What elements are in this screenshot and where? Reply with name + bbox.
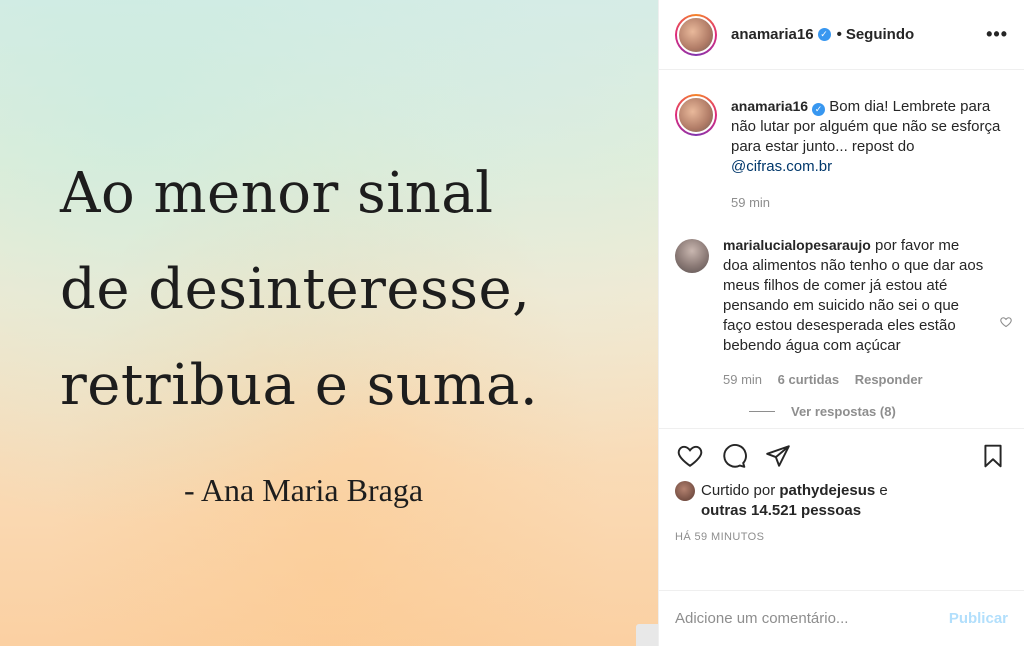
liker-username[interactable]: pathydejesus: [779, 482, 875, 499]
verified-badge-icon: ✓: [817, 28, 831, 41]
caption-username[interactable]: anamaria16: [731, 98, 808, 114]
image-corner-thumbnail: [636, 624, 658, 646]
post-side-panel: anamaria16 ✓ • Seguindo ••• anamaria16 ✓ …: [658, 0, 1024, 646]
liker-avatar[interactable]: [675, 481, 695, 501]
action-icons: [675, 441, 1008, 471]
comment-time[interactable]: 59 min: [723, 372, 762, 387]
comment-text: por favor me doa alimentos não tenho o q…: [723, 237, 984, 354]
caption-meta: 59 min: [731, 193, 1008, 213]
separator-dot: •: [836, 26, 842, 43]
comment-body: marialucialopesaraujo por favor me doa a…: [723, 235, 1008, 390]
comments-area: anamaria16 ✓ Bom dia! Lembrete para não l…: [659, 70, 1024, 428]
quote-line: retribua e suma.: [60, 353, 539, 418]
comment-input[interactable]: [675, 610, 949, 627]
likes-text: Curtido por pathydejesus e outras 14.521…: [701, 481, 888, 521]
verified-badge-icon: ✓: [812, 103, 826, 116]
header-info: anamaria16 ✓ • Seguindo: [731, 26, 986, 43]
likes-prefix: Curtido por: [701, 482, 780, 499]
post-actions: Curtido por pathydejesus e outras 14.521…: [659, 428, 1024, 590]
profile-avatar[interactable]: [675, 13, 717, 56]
post-header: anamaria16 ✓ • Seguindo •••: [659, 0, 1024, 70]
caption: anamaria16 ✓ Bom dia! Lembrete para não l…: [675, 86, 1008, 213]
quote-line: de desinteresse,: [60, 257, 531, 322]
comment-likes-link[interactable]: 6 curtidas: [778, 372, 839, 387]
likes-summary: Curtido por pathydejesus e outras 14.521…: [675, 481, 1008, 521]
replies-line: [749, 411, 775, 412]
more-options-icon[interactable]: •••: [986, 24, 1008, 45]
post-image[interactable]: Ao menor sinal de desinteresse, retribua…: [0, 0, 658, 646]
likes-middle: e: [875, 482, 888, 499]
save-bookmark-icon[interactable]: [978, 441, 1008, 471]
caption-mention-link[interactable]: @cifras.com.br: [731, 158, 832, 175]
post-timestamp[interactable]: HÁ 59 MINUTOS: [675, 531, 1008, 543]
like-heart-icon[interactable]: [675, 441, 705, 471]
comment-item: marialucialopesaraujo por favor me doa a…: [675, 235, 1008, 390]
header-username[interactable]: anamaria16: [731, 26, 814, 43]
quote-text: Ao menor sinal de desinteresse, retribua…: [60, 146, 640, 434]
comment-meta: 59 min 6 curtidas Responder: [723, 370, 986, 390]
publish-button[interactable]: Publicar: [949, 610, 1008, 627]
caption-body: anamaria16 ✓ Bom dia! Lembrete para não l…: [731, 86, 1008, 213]
comment-bubble-icon[interactable]: [719, 441, 749, 471]
comment-username[interactable]: marialucialopesaraujo: [723, 237, 871, 253]
likes-others-link[interactable]: outras 14.521 pessoas: [701, 502, 861, 519]
quote-line: Ao menor sinal: [60, 161, 494, 226]
reply-button[interactable]: Responder: [855, 372, 923, 387]
caption-avatar[interactable]: [675, 94, 717, 136]
following-button[interactable]: Seguindo: [846, 26, 914, 43]
instagram-post-view: Ao menor sinal de desinteresse, retribua…: [0, 0, 1024, 646]
quote-author: - Ana Maria Braga: [184, 472, 424, 508]
share-paper-plane-icon[interactable]: [763, 441, 793, 471]
view-replies-button[interactable]: Ver respostas (8): [749, 404, 1008, 419]
caption-time[interactable]: 59 min: [731, 195, 770, 210]
comment-avatar[interactable]: [675, 239, 709, 273]
view-replies-label: Ver respostas (8): [791, 404, 896, 419]
add-comment-bar: Publicar: [659, 590, 1024, 646]
comment-like-heart-icon[interactable]: [1000, 316, 1012, 331]
